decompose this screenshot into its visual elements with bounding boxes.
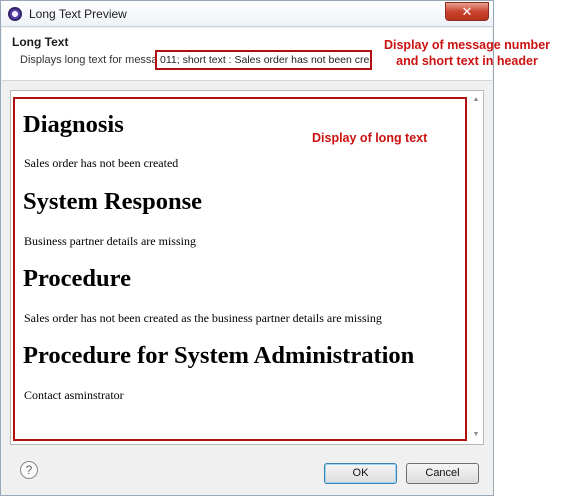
scroll-up-icon[interactable]: ▲: [471, 95, 481, 105]
section-heading-procedure: Procedure: [23, 265, 131, 292]
annotation-header-line1: Display of message number: [383, 38, 551, 52]
help-button[interactable]: ?: [20, 461, 38, 479]
section-body-diagnosis: Sales order has not been created: [24, 156, 179, 170]
title-bar[interactable]: Long Text Preview ✕: [1, 1, 493, 27]
vertical-scrollbar[interactable]: ▲ ▼: [469, 91, 483, 444]
dialog-footer: ? OK Cancel: [2, 453, 492, 495]
help-icon: ?: [25, 463, 33, 477]
ok-button[interactable]: OK: [324, 463, 397, 484]
annotation-header-line2: and short text in header: [396, 54, 538, 68]
header-description: Displays long text for message: [20, 54, 170, 66]
long-text-preview-dialog: Long Text Preview ✕ Long Text Displays l…: [0, 0, 494, 496]
message-short-text: 011; short text : Sales order has not be…: [155, 50, 372, 70]
annotation-long-text: Display of long text: [312, 131, 428, 145]
close-icon: ✕: [461, 4, 473, 19]
section-body-procedure: Sales order has not been created as the …: [24, 311, 382, 325]
window-title: Long Text Preview: [29, 7, 127, 21]
header-title: Long Text: [12, 35, 69, 49]
close-button[interactable]: ✕: [445, 2, 489, 21]
section-heading-system-administration: Procedure for System Administration: [23, 342, 415, 369]
section-heading-diagnosis: Diagnosis: [23, 111, 124, 138]
cancel-button[interactable]: Cancel: [406, 463, 479, 484]
section-body-system-response: Business partner details are missing: [24, 234, 196, 248]
section-heading-system-response: System Response: [23, 188, 202, 215]
scroll-down-icon[interactable]: ▼: [471, 430, 481, 440]
app-icon: [8, 7, 22, 21]
section-body-system-administration: Contact asminstrator: [24, 388, 124, 402]
